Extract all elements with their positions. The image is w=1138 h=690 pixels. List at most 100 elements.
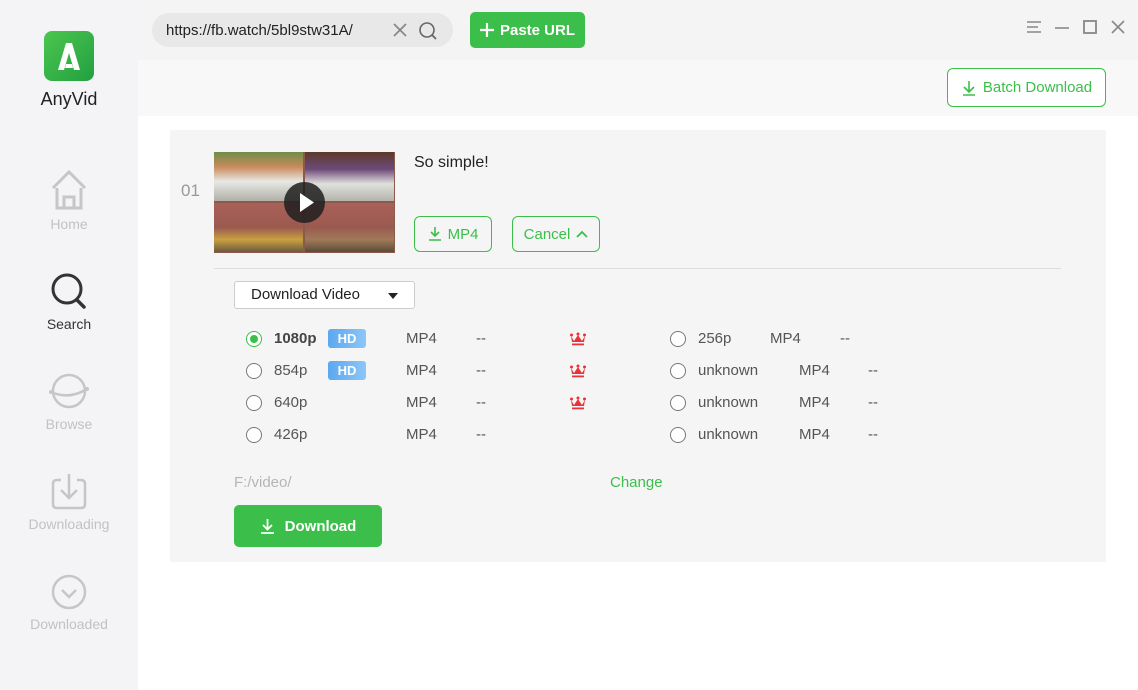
format: MP4 [406, 426, 437, 443]
download-icon [260, 518, 274, 534]
download-type-select[interactable]: Download Video [234, 281, 415, 309]
premium-crown-icon [570, 332, 586, 346]
cancel-button[interactable]: Cancel [512, 216, 600, 252]
sidebar-item-label: Downloaded [30, 616, 108, 632]
minimize-icon[interactable] [1054, 19, 1070, 35]
cancel-label: Cancel [523, 225, 571, 243]
resolution: 256p [698, 330, 732, 347]
sidebar-item-home[interactable]: Home [0, 168, 138, 248]
format: MP4 [406, 394, 437, 411]
quality-option[interactable]: 426p MP4 -- [246, 423, 586, 447]
resolution: unknown [698, 394, 759, 411]
resolution: 1080p [274, 330, 317, 347]
download-tray-icon [51, 474, 87, 510]
sidebar-item-downloaded[interactable]: Downloaded [0, 572, 138, 652]
play-button[interactable] [284, 182, 325, 223]
radio-button[interactable] [246, 395, 262, 411]
format: MP4 [406, 330, 437, 347]
save-path: F:/video/ [234, 474, 292, 491]
sidebar-item-search[interactable]: Search [0, 270, 138, 350]
size: -- [868, 362, 878, 379]
batch-download-label: Batch Download [982, 79, 1093, 96]
sidebar-item-label: Browse [45, 416, 93, 432]
format: MP4 [770, 330, 801, 347]
home-icon [51, 169, 87, 210]
divider [214, 268, 1061, 269]
size: -- [476, 362, 486, 379]
radio-button[interactable] [670, 331, 686, 347]
premium-crown-icon [570, 396, 586, 410]
quality-option[interactable]: 1080p HD MP4 -- [246, 327, 586, 351]
download-button[interactable]: Download [234, 505, 382, 547]
sidebar-item-label: Home [50, 216, 88, 232]
plus-icon [479, 23, 494, 37]
app-logo-icon [44, 31, 94, 81]
download-icon [428, 227, 441, 241]
paste-url-label: Paste URL [499, 21, 576, 39]
quality-option[interactable]: unknown MP4 -- [670, 359, 910, 383]
chevron-up-icon [576, 230, 588, 238]
radio-button[interactable] [670, 395, 686, 411]
format: MP4 [799, 362, 830, 379]
download-label: Download [284, 517, 357, 535]
quality-option[interactable]: 640p MP4 -- [246, 391, 586, 415]
sidebar-item-downloading[interactable]: Downloading [0, 472, 138, 552]
size: -- [840, 330, 850, 347]
menu-icon[interactable] [1026, 19, 1042, 35]
radio-button[interactable] [670, 363, 686, 379]
play-icon [300, 193, 314, 212]
paste-url-button[interactable]: Paste URL [470, 12, 585, 48]
sidebar: AnyVid Home Search Browse Downloading Do… [0, 0, 138, 690]
search-icon [51, 273, 86, 309]
radio-button[interactable] [246, 363, 262, 379]
resolution: unknown [698, 362, 759, 379]
sidebar-item-label: Search [46, 316, 92, 332]
radio-button[interactable] [670, 427, 686, 443]
change-path-link[interactable]: Change [610, 474, 663, 491]
video-title: So simple! [414, 154, 489, 171]
format: MP4 [799, 394, 830, 411]
video-thumbnail[interactable] [214, 152, 395, 253]
close-icon[interactable] [1110, 19, 1126, 35]
size: -- [868, 426, 878, 443]
search-icon[interactable] [418, 21, 438, 41]
top-bar: https://fb.watch/5bl9stw31A/ Paste URL [138, 0, 1138, 60]
sidebar-item-browse[interactable]: Browse [0, 372, 138, 452]
format: MP4 [799, 426, 830, 443]
sidebar-item-label: Downloading [28, 516, 110, 532]
quality-option[interactable]: 256p MP4 -- [670, 327, 910, 351]
size: -- [476, 330, 486, 347]
resolution: 640p [274, 394, 308, 411]
mp4-download-button[interactable]: MP4 [414, 216, 492, 252]
app-name: AnyVid [40, 89, 98, 109]
format: MP4 [406, 362, 437, 379]
radio-button[interactable] [246, 427, 262, 443]
size: -- [476, 426, 486, 443]
url-input[interactable]: https://fb.watch/5bl9stw31A/ [152, 13, 453, 47]
resolution: unknown [698, 426, 759, 443]
url-input-value[interactable]: https://fb.watch/5bl9stw31A/ [166, 22, 353, 39]
radio-button[interactable] [246, 331, 262, 347]
check-circle-icon [51, 574, 87, 610]
resolution: 854p [274, 362, 308, 379]
download-type-value: Download Video [251, 286, 360, 303]
hd-badge: HD [328, 329, 366, 348]
video-index: 01 [181, 181, 200, 200]
size: -- [868, 394, 878, 411]
size: -- [476, 394, 486, 411]
hd-badge: HD [328, 361, 366, 380]
video-card: 01 So simple! MP4 Cancel Download Video … [170, 130, 1106, 562]
clear-icon[interactable] [392, 22, 408, 38]
quality-option[interactable]: 854p HD MP4 -- [246, 359, 586, 383]
quality-option[interactable]: unknown MP4 -- [670, 391, 910, 415]
mp4-label: MP4 [447, 225, 479, 243]
caret-down-icon [388, 293, 398, 299]
premium-crown-icon [570, 364, 586, 378]
batch-download-button[interactable]: Batch Download [947, 68, 1106, 107]
planet-icon [49, 373, 89, 409]
download-icon [962, 80, 975, 96]
resolution: 426p [274, 426, 308, 443]
maximize-icon[interactable] [1082, 19, 1098, 35]
batch-area: Batch Download [138, 60, 1138, 116]
quality-option[interactable]: unknown MP4 -- [670, 423, 910, 447]
